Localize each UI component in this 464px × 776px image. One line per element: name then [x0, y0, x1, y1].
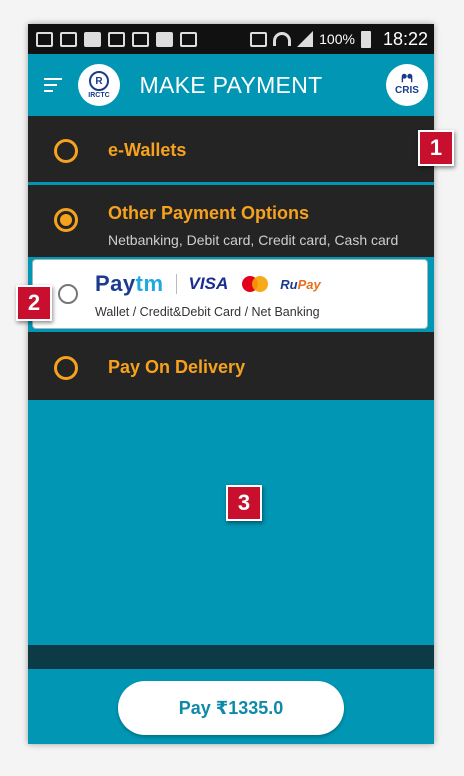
option-other-payment[interactable]: Other Payment Options Netbanking, Debit … — [28, 185, 434, 257]
payment-brands: Paytm VISA RuPay — [95, 271, 321, 296]
page-title: MAKE PAYMENT — [139, 72, 323, 98]
option-e-wallets[interactable]: e-Wallets — [28, 116, 434, 182]
mastercard-icon — [242, 276, 269, 292]
pay-on-delivery-radio[interactable] — [54, 356, 78, 380]
paytm-option[interactable]: Paytm VISA RuPay Wallet / Credit&Debit C… — [32, 259, 428, 329]
callout-badge-1: 1 — [418, 130, 454, 166]
app-bar: R IRCTC MAKE PAYMENT ᖰᖳ CRIS — [28, 54, 434, 116]
battery-percent: 100% — [319, 31, 355, 47]
signal-icon — [297, 31, 314, 47]
facebook-icon — [84, 31, 101, 47]
option-pay-on-delivery[interactable]: Pay On Delivery — [28, 332, 434, 400]
image-icon — [60, 31, 77, 47]
download-icon — [36, 31, 53, 47]
rupay-logo: RuPay — [280, 276, 321, 292]
clock: 18:22 — [382, 28, 428, 49]
car-icon — [132, 31, 149, 47]
cris-logo: ᖰᖳ CRIS — [386, 64, 428, 106]
gmail-icon — [108, 31, 125, 47]
vibrate-icon — [250, 31, 268, 47]
e-wallets-radio[interactable] — [54, 139, 78, 163]
paytm-radio[interactable] — [58, 284, 78, 304]
other-payment-radio[interactable] — [54, 208, 78, 232]
wifi-icon — [273, 32, 292, 46]
pay-on-delivery-label: Pay On Delivery — [108, 357, 246, 377]
send-icon — [180, 31, 197, 47]
callout-badge-3: 3 — [226, 485, 262, 521]
e-wallets-label: e-Wallets — [108, 140, 187, 160]
brand-separator — [175, 274, 177, 294]
other-payment-subtitle: Netbanking, Debit card, Credit card, Cas… — [108, 232, 399, 248]
notification-icons — [36, 31, 197, 47]
pay-button[interactable]: Pay ₹1335.0 — [118, 681, 344, 735]
cris-logo-text: CRIS — [395, 85, 419, 96]
visa-logo: VISA — [188, 274, 229, 293]
paytm-description: Wallet / Credit&Debit Card / Net Banking — [95, 305, 320, 319]
status-bar: 100% 18:22 — [28, 24, 434, 54]
callout-badge-2: 2 — [16, 285, 52, 321]
other-payment-label: Other Payment Options — [108, 203, 310, 223]
bottom-strip — [28, 645, 434, 669]
cris-emblem-icon: ᖰᖳ — [401, 73, 413, 85]
phone-screen: 100% 18:22 R IRCTC MAKE PAYMENT ᖰᖳ CRIS … — [28, 24, 434, 744]
battery-icon — [360, 30, 371, 48]
google-plus-icon — [156, 31, 173, 47]
paytm-logo: Paytm — [95, 271, 164, 296]
